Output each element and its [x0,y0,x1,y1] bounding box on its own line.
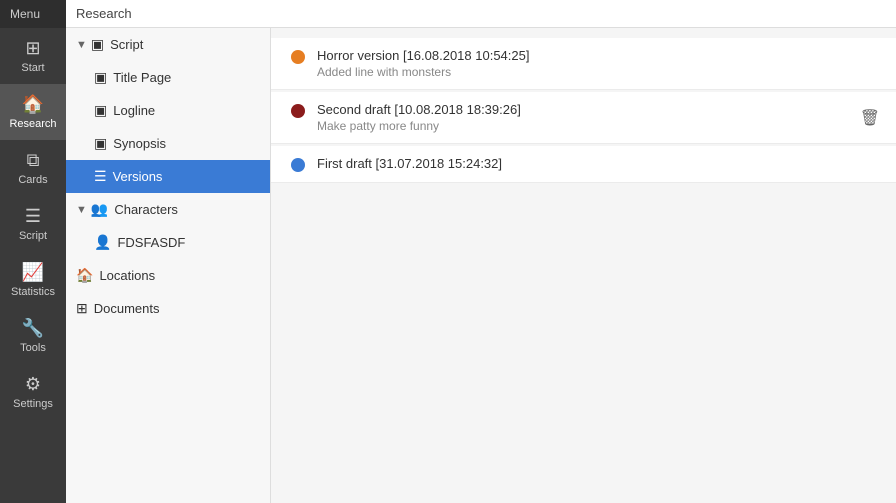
script-section-label: Script [110,37,143,52]
sidebar-item-fdsfasdf[interactable]: 👤 FDSFASDF [66,226,270,259]
nav-label-script: Script [19,230,47,242]
nav-item-menu[interactable]: Menu [0,0,66,28]
version-info: Second draft [10.08.2018 18:39:26] Make p… [317,102,876,133]
logline-icon: ▣ [94,102,107,119]
version-item[interactable]: Horror version [16.08.2018 10:54:25] Adde… [271,38,896,90]
nav-item-script[interactable]: ☰ Script [0,196,66,252]
delete-version-button[interactable]: 🗑 [860,108,880,128]
synopsis-icon: ▣ [94,135,107,152]
nav-bar: Menu ⊞ Start 🏠 Research ⧉ Cards ☰ Script… [0,0,66,503]
character-icon: 👤 [94,234,111,251]
version-subtitle: Make patty more funny [317,119,876,133]
nav-label-cards: Cards [18,174,47,186]
script-chevron-icon: ▼ [76,39,87,51]
version-title: Second draft [10.08.2018 18:39:26] [317,102,876,117]
sidebar-item-versions[interactable]: ☰ Versions [66,160,270,193]
nav-item-settings[interactable]: ⚙ Settings [0,364,66,420]
nav-label-tools: Tools [20,342,46,354]
script-icon: ☰ [25,206,41,227]
version-dot [291,158,305,172]
locations-label: Locations [99,268,155,283]
research-icon: 🏠 [22,94,44,115]
characters-chevron-icon: ▼ [76,204,87,216]
fdsfasdf-label: FDSFASDF [117,235,185,250]
synopsis-label: Synopsis [113,136,166,151]
sidebar-item-title-page[interactable]: ▣ Title Page [66,61,270,94]
characters-label: Characters [114,202,178,217]
locations-icon: 🏠 [76,267,93,284]
script-section-icon: ▣ [91,36,104,53]
version-item[interactable]: Second draft [10.08.2018 18:39:26] Make p… [271,92,896,144]
title-page-icon: ▣ [94,69,107,86]
sidebar: ▼ ▣ Script ▣ Title Page ▣ Logline ▣ Syno… [66,28,271,503]
main-area: Research ▼ ▣ Script ▣ Title Page ▣ Logli… [66,0,896,503]
version-subtitle: Added line with monsters [317,65,876,79]
documents-label: Documents [94,301,160,316]
top-bar: Research [66,0,896,28]
title-page-label: Title Page [113,70,171,85]
nav-label-start: Start [21,62,44,74]
version-dot [291,104,305,118]
version-dot [291,50,305,64]
nav-item-cards[interactable]: ⧉ Cards [0,140,66,196]
content-row: ▼ ▣ Script ▣ Title Page ▣ Logline ▣ Syno… [66,28,896,503]
version-item[interactable]: First draft [31.07.2018 15:24:32] [271,146,896,183]
nav-item-start[interactable]: ⊞ Start [0,28,66,84]
nav-label-settings: Settings [13,398,53,410]
statistics-icon: 📈 [22,262,44,283]
start-icon: ⊞ [25,38,40,59]
settings-icon: ⚙ [25,374,41,395]
nav-label-research: Research [9,118,56,130]
version-title: Horror version [16.08.2018 10:54:25] [317,48,876,63]
sidebar-item-documents[interactable]: ⊞ Documents [66,292,270,325]
documents-icon: ⊞ [76,300,88,317]
characters-icon: 👥 [91,201,108,218]
nav-item-research[interactable]: 🏠 Research [0,84,66,140]
nav-item-tools[interactable]: 🔧 Tools [0,308,66,364]
sidebar-script-header[interactable]: ▼ ▣ Script [66,28,270,61]
content-pane: Horror version [16.08.2018 10:54:25] Adde… [271,28,896,503]
sidebar-item-locations[interactable]: 🏠 Locations [66,259,270,292]
versions-icon: ☰ [94,168,107,185]
cards-icon: ⧉ [27,150,40,171]
menu-label: Menu [10,7,40,21]
tools-icon: 🔧 [22,318,44,339]
sidebar-item-synopsis[interactable]: ▣ Synopsis [66,127,270,160]
version-info: Horror version [16.08.2018 10:54:25] Adde… [317,48,876,79]
nav-label-statistics: Statistics [11,286,55,298]
nav-item-statistics[interactable]: 📈 Statistics [0,252,66,308]
versions-label: Versions [113,169,163,184]
sidebar-characters-header[interactable]: ▼ 👥 Characters [66,193,270,226]
sidebar-item-logline[interactable]: ▣ Logline [66,94,270,127]
logline-label: Logline [113,103,155,118]
version-title: First draft [31.07.2018 15:24:32] [317,156,876,171]
top-bar-title: Research [76,6,132,21]
version-info: First draft [31.07.2018 15:24:32] [317,156,876,171]
